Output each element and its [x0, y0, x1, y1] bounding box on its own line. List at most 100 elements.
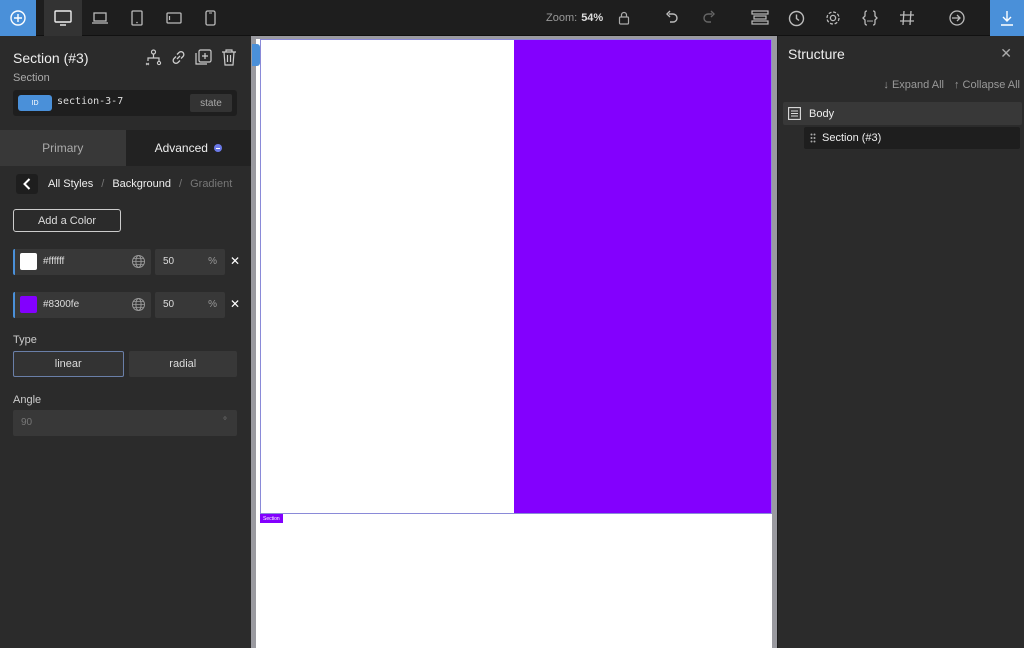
element-type: Section: [13, 72, 50, 84]
layers-icon: [751, 10, 769, 25]
trash-icon[interactable]: [219, 48, 238, 67]
breadcrumb-all-styles[interactable]: All Styles: [48, 178, 93, 190]
color-stop-unit: %: [208, 256, 217, 267]
code-button[interactable]: [858, 0, 882, 36]
tab-advanced-label: Advanced: [154, 141, 208, 155]
element-actions: [144, 48, 238, 67]
structure-title: Structure: [788, 46, 845, 62]
tablet-landscape-icon: [166, 12, 182, 24]
device-tablet-button[interactable]: [124, 0, 150, 36]
templates-button[interactable]: [748, 0, 772, 36]
tab-primary-label: Primary: [42, 141, 84, 155]
close-icon[interactable]: ✕: [1000, 45, 1012, 62]
settings-button[interactable]: [821, 0, 845, 36]
properties-panel: Section (#3) Section ID section-3-7 stat…: [0, 36, 251, 648]
clock-icon: [788, 10, 804, 26]
color-stop-value: 50: [163, 256, 175, 267]
exit-button[interactable]: [945, 0, 969, 36]
braces-icon: [862, 10, 878, 26]
color-stop-input[interactable]: 50 %: [155, 292, 225, 318]
lock-zoom-button[interactable]: [614, 0, 634, 36]
color-hex: #ffffff: [43, 256, 65, 267]
remove-color-icon[interactable]: ✕: [230, 297, 240, 311]
id-value[interactable]: section-3-7: [57, 96, 123, 107]
state-button[interactable]: state: [190, 94, 232, 112]
color-field[interactable]: #ffffff: [13, 249, 151, 275]
download-icon: [1001, 11, 1013, 26]
lock-icon: [618, 11, 630, 25]
expand-all-label: Expand All: [891, 79, 944, 91]
expand-all-button[interactable]: ↓ Expand All: [883, 79, 944, 91]
collapse-panel-handle[interactable]: [252, 44, 260, 66]
angle-value: 90: [21, 417, 33, 428]
type-label: Type: [13, 334, 37, 346]
zoom-indicator[interactable]: Zoom: 54%: [546, 0, 603, 36]
page-canvas[interactable]: Section: [256, 39, 772, 648]
breadcrumb-separator: /: [101, 178, 105, 190]
tab-primary[interactable]: Primary: [0, 130, 126, 166]
undo-icon: [666, 10, 678, 23]
type-radial-button[interactable]: radial: [128, 351, 237, 377]
gradient-white-half: [261, 40, 514, 513]
device-desktop-button[interactable]: [44, 0, 82, 36]
section-tag[interactable]: Section: [260, 514, 283, 523]
tree-controls: ↓ Expand All ↑ Collapse All: [883, 79, 1020, 91]
back-button[interactable]: [16, 174, 38, 194]
gradient-color-row: #8300fe 50 % ✕: [13, 292, 253, 318]
breadcrumb-gradient: Gradient: [190, 178, 233, 190]
angle-input[interactable]: 90 °: [13, 410, 237, 436]
color-field[interactable]: #8300fe: [13, 292, 151, 318]
collapse-all-button[interactable]: ↑ Collapse All: [954, 79, 1020, 91]
gradient-purple-half: [514, 40, 771, 513]
structure-icon[interactable]: [144, 48, 163, 67]
panel-tabs: Primary Advanced: [0, 130, 251, 166]
redo-button[interactable]: [697, 0, 721, 36]
breadcrumb-background[interactable]: Background: [112, 178, 171, 190]
add-element-button[interactable]: [0, 0, 36, 36]
device-mobile-button[interactable]: [198, 0, 222, 36]
globe-icon: [132, 298, 145, 311]
globe-icon: [132, 255, 145, 268]
tree-item-body[interactable]: Body: [783, 102, 1022, 125]
remove-color-icon[interactable]: ✕: [230, 254, 240, 268]
duplicate-icon[interactable]: [194, 48, 213, 67]
device-tablet-landscape-button[interactable]: [160, 0, 188, 36]
desktop-icon: [54, 10, 72, 26]
mobile-icon: [204, 10, 216, 26]
angle-label: Angle: [13, 394, 42, 406]
link-icon[interactable]: [169, 48, 188, 67]
breadcrumb: All Styles / Background / Gradient: [16, 174, 232, 194]
grid-button[interactable]: [895, 0, 919, 36]
id-badge[interactable]: ID: [18, 95, 52, 111]
color-stop-input[interactable]: 50 %: [155, 249, 225, 275]
zoom-value: 54%: [581, 12, 604, 24]
zoom-label: Zoom:: [546, 12, 578, 24]
undo-button[interactable]: [660, 0, 684, 36]
gradient-color-row: #ffffff 50 % ✕: [13, 249, 253, 275]
drag-handle-icon: [810, 133, 816, 143]
device-laptop-button[interactable]: [86, 0, 114, 36]
color-stop-value: 50: [163, 299, 175, 310]
tree-item-label: Section (#3): [822, 132, 882, 144]
gear-icon: [826, 11, 840, 25]
redo-icon: [703, 10, 715, 23]
selected-section[interactable]: [260, 39, 772, 514]
top-toolbar: Zoom: 54%: [0, 0, 1024, 36]
color-stop-unit: %: [208, 299, 217, 310]
tree-item-label: Body: [809, 107, 835, 120]
add-color-button[interactable]: Add a Color: [13, 209, 121, 232]
structure-panel: Structure ✕ ↓ Expand All ↑ Collapse All …: [777, 36, 1024, 648]
history-button[interactable]: [784, 0, 808, 36]
gradient-type-toggle: linear radial: [13, 351, 237, 377]
tablet-icon: [131, 10, 143, 26]
save-download-button[interactable]: [990, 0, 1024, 36]
element-title: Section (#3): [13, 50, 89, 66]
tree-item-section[interactable]: Section (#3): [804, 127, 1020, 149]
type-linear-button[interactable]: linear: [13, 351, 124, 377]
color-swatch[interactable]: [20, 253, 37, 270]
color-swatch[interactable]: [20, 296, 37, 313]
document-icon: [788, 107, 801, 120]
selector-row: ID section-3-7 state: [13, 90, 237, 116]
plus-circle-icon: [10, 10, 26, 26]
tab-advanced[interactable]: Advanced: [125, 130, 251, 166]
